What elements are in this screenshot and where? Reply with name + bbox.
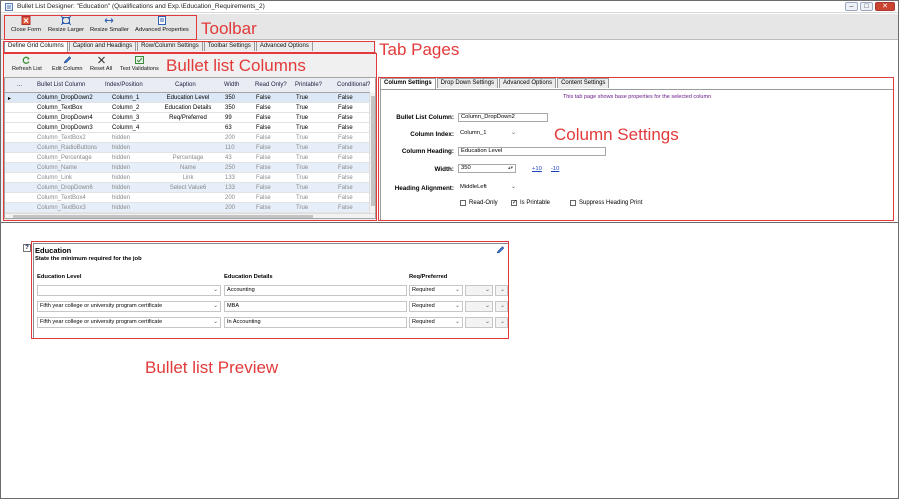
bullet-list-columns-annotation: Bullet list Columns	[166, 56, 306, 75]
toolbar-annotation: Toolbar	[201, 19, 257, 38]
toolbar-highlight	[4, 15, 197, 40]
help-icon[interactable]: ?	[23, 244, 31, 252]
bullet-list-preview-annotation: Bullet list Preview	[145, 358, 279, 377]
tab-pages-annotation: Tab Pages	[379, 40, 460, 59]
bullet-list-columns-highlight	[3, 53, 377, 221]
app-icon	[5, 3, 13, 11]
close-window-button[interactable]: ✕	[875, 2, 895, 11]
tab-pages-highlight	[3, 41, 375, 53]
column-settings-annotation: Column Settings	[554, 125, 679, 144]
maximize-button[interactable]: □	[860, 2, 873, 11]
title-bar: Bullet List Designer: "Education" (Quali…	[1, 1, 898, 13]
minimize-button[interactable]: –	[845, 2, 858, 11]
column-settings-highlight	[378, 77, 894, 221]
bullet-list-preview-highlight	[31, 241, 509, 339]
window-title: Bullet List Designer: "Education" (Quali…	[17, 3, 265, 10]
